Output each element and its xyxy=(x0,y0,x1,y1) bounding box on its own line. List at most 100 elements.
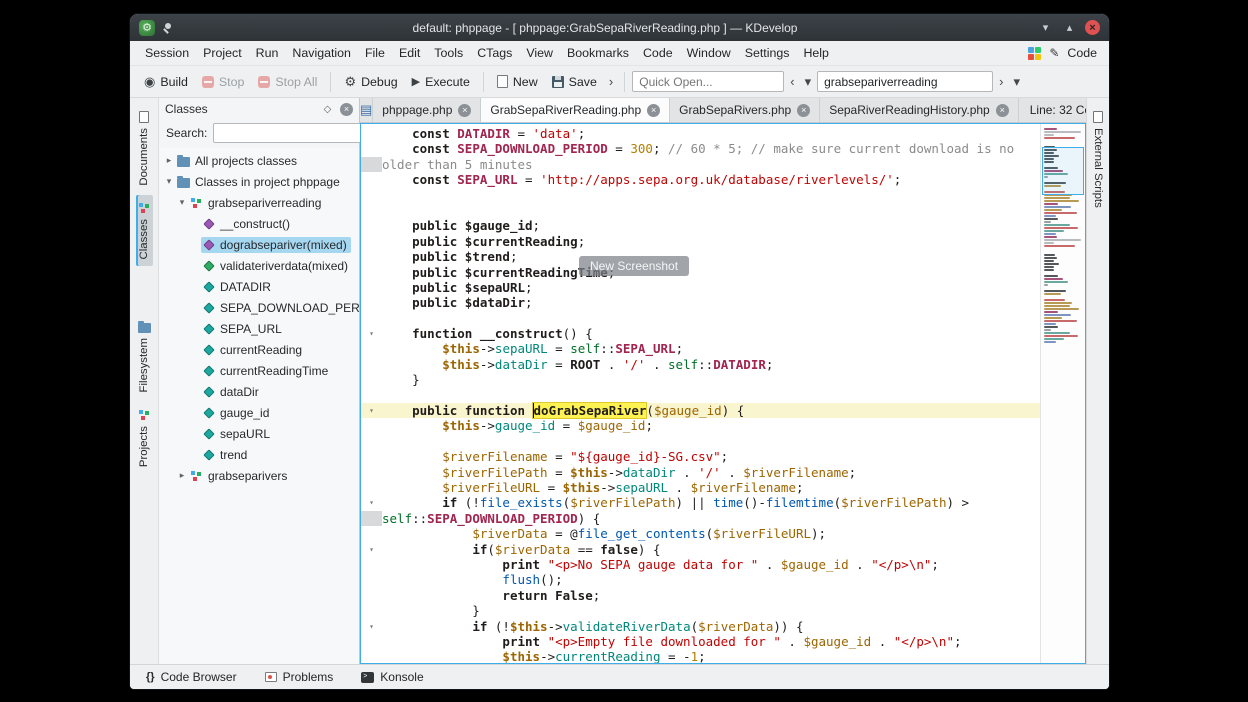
bottom-tab-code-browser[interactable]: {}Code Browser xyxy=(146,670,237,684)
code-line[interactable]: $riverFileURL = $this->sepaURL . $riverF… xyxy=(361,480,1040,495)
code-line[interactable] xyxy=(361,203,1040,218)
tree-item-grabseparivers[interactable]: ▸grabseparivers xyxy=(159,465,359,486)
tree-expander-icon[interactable]: ▾ xyxy=(176,197,188,208)
tree-item-datadir[interactable]: dataDir xyxy=(159,381,359,402)
search-dropdown-chevron[interactable]: ▾ xyxy=(1009,72,1024,92)
code-line[interactable]: ▾ if($riverData == false) { xyxy=(361,542,1040,557)
code-line[interactable]: const SEPA_DOWNLOAD_PERIOD = 300; // 60 … xyxy=(361,141,1040,156)
code-line[interactable] xyxy=(361,188,1040,203)
sidebar-tab-projects[interactable]: Projects xyxy=(136,402,153,474)
tree-item-validateriverdata-mixed[interactable]: validateriverdata(mixed) xyxy=(159,255,359,276)
code-line[interactable]: public $currentReadingTime; xyxy=(361,265,1040,280)
tree-item-datadir[interactable]: DATADIR xyxy=(159,276,359,297)
sidebar-tab-external-scripts[interactable]: External Scripts xyxy=(1090,106,1106,213)
shade-button[interactable]: ▾ xyxy=(1037,19,1054,36)
code-line[interactable] xyxy=(361,434,1040,449)
menu-view[interactable]: View xyxy=(519,43,560,63)
minimap-viewport[interactable] xyxy=(1042,147,1084,195)
code-line[interactable]: public $sepaURL; xyxy=(361,280,1040,295)
code-line[interactable]: ▾ function __construct() { xyxy=(361,326,1040,341)
debug-button[interactable]: ⚙Debug xyxy=(338,70,403,94)
tree-item-classes-in-project-phppage[interactable]: ▾Classes in project phppage xyxy=(159,171,359,192)
fold-marker-icon[interactable]: ▾ xyxy=(361,542,382,557)
tree-item-all-projects-classes[interactable]: ▸All projects classes xyxy=(159,150,359,171)
tab-close-icon[interactable]: × xyxy=(996,104,1009,117)
fold-marker-icon[interactable]: ▾ xyxy=(361,403,382,418)
menu-session[interactable]: Session xyxy=(138,43,196,63)
menu-edit[interactable]: Edit xyxy=(392,43,427,63)
tree-item-construct[interactable]: __construct() xyxy=(159,213,359,234)
search-input[interactable] xyxy=(817,71,993,92)
history-back-chevron[interactable]: ‹ xyxy=(786,72,798,91)
build-button[interactable]: ◉Build xyxy=(138,70,194,94)
detach-panel-icon[interactable]: ◇ xyxy=(320,102,335,117)
fold-marker-icon[interactable]: ▾ xyxy=(361,326,382,341)
close-button[interactable]: × xyxy=(1085,20,1100,35)
code-area[interactable]: const DATADIR = 'data'; const SEPA_DOWNL… xyxy=(361,124,1040,663)
code-line[interactable]: return False; xyxy=(361,588,1040,603)
tree-item-sepa-download-period[interactable]: SEPA_DOWNLOAD_PERIOD xyxy=(159,297,359,318)
code-line[interactable] xyxy=(361,388,1040,403)
titlebar[interactable]: ⚙ default: phppage - [ phppage:GrabSepaR… xyxy=(130,14,1109,41)
menu-run[interactable]: Run xyxy=(249,43,286,63)
sidebar-tab-filesystem[interactable]: Filesystem xyxy=(136,314,153,399)
code-line[interactable]: older than 5 minutes xyxy=(361,157,1040,172)
tab-close-icon[interactable]: × xyxy=(647,104,660,117)
area-switcher-icon[interactable] xyxy=(1028,47,1041,60)
code-line[interactable]: ▾ if (!file_exists($riverFilePath) || ti… xyxy=(361,495,1040,510)
sidebar-tab-documents[interactable]: Documents xyxy=(136,104,152,193)
tab-close-icon[interactable]: × xyxy=(797,104,810,117)
code-line[interactable]: self::SEPA_DOWNLOAD_PERIOD) { xyxy=(361,511,1040,526)
history-dropdown-chevron[interactable]: ▾ xyxy=(801,72,816,92)
tab-close-icon[interactable]: × xyxy=(458,104,471,117)
menu-tools[interactable]: Tools xyxy=(427,43,470,63)
tree-expander-icon[interactable]: ▸ xyxy=(176,470,188,481)
close-panel-icon[interactable]: × xyxy=(340,103,353,116)
tree-item-sepaurl[interactable]: sepaURL xyxy=(159,423,359,444)
code-line[interactable]: print "<p>Empty file downloaded for " . … xyxy=(361,634,1040,649)
tab-phppage-php[interactable]: phppage.php× xyxy=(373,98,481,122)
code-line[interactable]: public $trend; xyxy=(361,249,1040,264)
code-line[interactable]: ▾ public function doGrabSepaRiver($gauge… xyxy=(361,403,1040,418)
pin-icon[interactable] xyxy=(162,22,173,34)
classes-panel-header[interactable]: Classes ◇ × xyxy=(159,98,359,120)
save-button[interactable]: Save xyxy=(546,71,603,93)
code-line[interactable]: } xyxy=(361,603,1040,618)
stop-button[interactable]: Stop xyxy=(196,71,251,93)
maximize-button[interactable]: ▴ xyxy=(1061,19,1078,36)
code-line[interactable]: flush(); xyxy=(361,572,1040,587)
search-next-chevron[interactable]: › xyxy=(995,72,1007,91)
code-line[interactable]: $riverFilePath = $this->dataDir . '/' . … xyxy=(361,465,1040,480)
bottom-tab-problems[interactable]: Problems xyxy=(265,670,334,684)
code-line[interactable]: const SEPA_URL = 'http://apps.sepa.org.u… xyxy=(361,172,1040,187)
menu-window[interactable]: Window xyxy=(680,43,738,63)
tree-item-gauge-id[interactable]: gauge_id xyxy=(159,402,359,423)
minimap[interactable] xyxy=(1040,124,1085,663)
tree-item-trend[interactable]: trend xyxy=(159,444,359,465)
code-line[interactable]: $this->dataDir = ROOT . '/' . self::DATA… xyxy=(361,357,1040,372)
tab-grabsepariverreading-php[interactable]: GrabSepaRiverReading.php× xyxy=(481,98,670,122)
menu-file[interactable]: File xyxy=(358,43,392,63)
menu-ctags[interactable]: CTags xyxy=(470,43,519,63)
stop-all-button[interactable]: Stop All xyxy=(252,71,323,93)
tree-item-dograbsepariver-mixed[interactable]: dograbsepariver(mixed) xyxy=(159,234,359,255)
code-line[interactable]: public $dataDir; xyxy=(361,295,1040,310)
execute-button[interactable]: ▶Execute xyxy=(406,71,476,93)
code-line[interactable]: $this->sepaURL = self::SEPA_URL; xyxy=(361,341,1040,356)
code-line[interactable]: ▾ if (!$this->validateRiverData($riverDa… xyxy=(361,619,1040,634)
menu-bookmarks[interactable]: Bookmarks xyxy=(560,43,636,63)
tree-item-grabsepariverreading[interactable]: ▾grabsepariverreading xyxy=(159,192,359,213)
new-button[interactable]: New xyxy=(491,71,544,93)
quick-open-input[interactable] xyxy=(632,71,784,92)
code-line[interactable]: public $currentReading; xyxy=(361,234,1040,249)
tree-item-currentreading[interactable]: currentReading xyxy=(159,339,359,360)
code-line[interactable] xyxy=(361,311,1040,326)
code-line[interactable]: $this->gauge_id = $gauge_id; xyxy=(361,418,1040,433)
menu-navigation[interactable]: Navigation xyxy=(285,43,358,63)
code-line[interactable]: $this->currentReading = -1; xyxy=(361,649,1040,663)
tree-expander-icon[interactable]: ▾ xyxy=(163,176,175,187)
code-line[interactable]: print "<p>No SEPA gauge data for " . $ga… xyxy=(361,557,1040,572)
menu-code[interactable]: Code xyxy=(636,43,680,63)
tree-item-currentreadingtime[interactable]: currentReadingTime xyxy=(159,360,359,381)
code-line[interactable]: const DATADIR = 'data'; xyxy=(361,126,1040,141)
